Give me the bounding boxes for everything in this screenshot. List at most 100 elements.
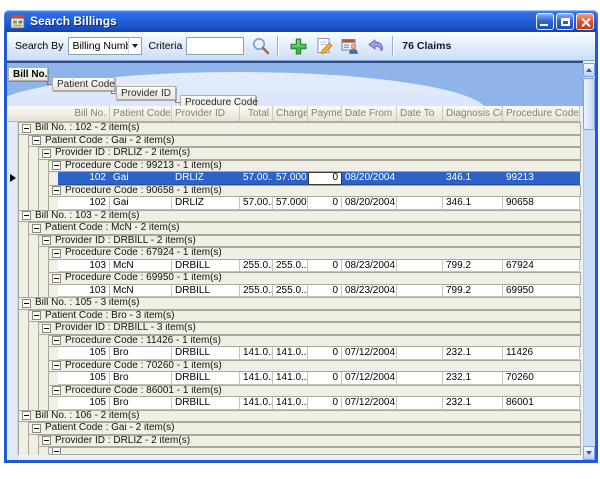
group-box[interactable]: Procedure Code : 86001 - 1 item(s) bbox=[48, 385, 581, 398]
cell-diagnosis-code[interactable]: 232.1 bbox=[443, 372, 503, 385]
collapse-icon[interactable] bbox=[52, 186, 61, 195]
collapse-icon[interactable] bbox=[52, 249, 61, 258]
collapse-icon[interactable] bbox=[22, 124, 31, 133]
group-box[interactable]: Patient Code : Bro - 3 item(s) bbox=[28, 310, 581, 323]
cell-total[interactable]: 255.0... bbox=[240, 285, 273, 298]
group-row[interactable]: Procedure Code : 90658 - 1 item(s) bbox=[18, 185, 581, 198]
cell-total[interactable]: 57.00... bbox=[240, 197, 273, 210]
header-provider-id[interactable]: Provider ID bbox=[172, 106, 240, 121]
cell-patient-code[interactable]: McN bbox=[110, 260, 172, 273]
group-row[interactable]: Bill No. : 102 - 2 item(s) bbox=[18, 122, 581, 135]
collapse-icon[interactable] bbox=[52, 274, 61, 283]
close-button[interactable] bbox=[576, 13, 594, 30]
cell-date-from[interactable]: 08/20/2004 bbox=[342, 197, 397, 210]
group-by-provider-id[interactable]: Provider ID bbox=[116, 86, 176, 100]
payment-edit-cell[interactable]: 0 bbox=[308, 172, 342, 185]
cell-charges[interactable]: 57.0000 bbox=[273, 197, 308, 210]
cell-date-from[interactable]: 07/12/2004 bbox=[342, 397, 397, 410]
cell-patient-code[interactable]: Bro bbox=[110, 372, 172, 385]
group-box[interactable]: Provider ID : DRLIZ - 2 item(s) bbox=[38, 435, 581, 448]
group-by-bill-no[interactable]: Bill No. bbox=[8, 67, 48, 81]
cell-date-to[interactable] bbox=[397, 372, 443, 385]
group-row[interactable]: Bill No. : 106 - 2 item(s) bbox=[18, 410, 581, 423]
cell-procedure-code[interactable]: 70260 bbox=[503, 372, 580, 385]
cell-charges[interactable]: 255.0... bbox=[273, 260, 308, 273]
group-box[interactable]: Patient Code : McN - 2 item(s) bbox=[28, 222, 581, 235]
cell-bill-no[interactable]: 105 bbox=[58, 397, 110, 410]
cell-date-to[interactable] bbox=[397, 397, 443, 410]
collapse-icon[interactable] bbox=[42, 236, 51, 245]
cell-diagnosis-code[interactable]: 799.2 bbox=[443, 260, 503, 273]
group-box[interactable]: Provider ID : DRBILL - 3 item(s) bbox=[38, 322, 581, 335]
post-claim-icon[interactable] bbox=[365, 35, 387, 57]
cell-patient-code[interactable]: McN bbox=[110, 285, 172, 298]
group-box[interactable]: Bill No. : 105 - 3 item(s) bbox=[18, 297, 581, 310]
cell-payme[interactable]: 0 bbox=[308, 285, 342, 298]
group-row[interactable]: Patient Code : McN - 2 item(s) bbox=[18, 222, 581, 235]
group-row[interactable]: Procedure Code : 70260 - 1 item(s) bbox=[18, 360, 581, 373]
cell-diagnosis-code[interactable]: 232.1 bbox=[443, 397, 503, 410]
cell-procedure-code[interactable]: 69950 bbox=[503, 285, 580, 298]
group-box[interactable]: Bill No. : 106 - 2 item(s) bbox=[18, 410, 581, 423]
cell-charges[interactable]: 141.0... bbox=[273, 347, 308, 360]
cell-charges[interactable]: 141.0... bbox=[273, 397, 308, 410]
cell-date-from[interactable]: 08/20/2004 bbox=[342, 172, 397, 185]
collapse-icon[interactable] bbox=[22, 299, 31, 308]
group-row[interactable]: Patient Code : Bro - 3 item(s) bbox=[18, 310, 581, 323]
header-charges[interactable]: Charges bbox=[273, 106, 308, 121]
collapse-icon[interactable] bbox=[42, 149, 51, 158]
cell-total[interactable]: 141.0... bbox=[240, 397, 273, 410]
claim-details-icon[interactable] bbox=[339, 35, 361, 57]
collapse-icon[interactable] bbox=[52, 361, 61, 370]
cell-provider-id[interactable]: DRBILL bbox=[172, 285, 240, 298]
cell-bill-no[interactable]: 102 bbox=[58, 172, 110, 185]
group-row[interactable]: Bill No. : 105 - 3 item(s) bbox=[18, 297, 581, 310]
vertical-scrollbar[interactable] bbox=[583, 63, 595, 460]
group-box[interactable]: Procedure Code : 11426 - 1 item(s) bbox=[48, 335, 581, 348]
header-patient-code[interactable]: Patient Code bbox=[110, 106, 172, 121]
titlebar[interactable]: Search Billings bbox=[4, 10, 598, 32]
cell-procedure-code[interactable]: 67924 bbox=[503, 260, 580, 273]
cell-bill-no[interactable]: 103 bbox=[58, 260, 110, 273]
cell-diagnosis-code[interactable]: 799.2 bbox=[443, 285, 503, 298]
cell-provider-id[interactable]: DRBILL bbox=[172, 260, 240, 273]
collapse-icon[interactable] bbox=[42, 436, 51, 445]
cell-bill-no[interactable]: 103 bbox=[58, 285, 110, 298]
cell-date-to[interactable] bbox=[397, 260, 443, 273]
group-row[interactable]: Provider ID : DRBILL - 3 item(s) bbox=[18, 322, 581, 335]
cell-patient-code[interactable]: Gai bbox=[110, 172, 172, 185]
header-date-from[interactable]: Date From bbox=[342, 106, 397, 121]
data-row[interactable]: 102GaiDRLIZ57.00...57.0000008/20/2004346… bbox=[18, 197, 581, 210]
collapse-icon[interactable] bbox=[52, 161, 61, 170]
minimize-button[interactable] bbox=[536, 13, 554, 30]
data-row[interactable]: 102GaiDRLIZ57.00...57.0000008/20/2004346… bbox=[18, 172, 581, 185]
cell-date-to[interactable] bbox=[397, 285, 443, 298]
group-box[interactable]: Procedure Code : 90658 - 1 item(s) bbox=[48, 185, 581, 198]
cell-payme[interactable]: 0 bbox=[308, 260, 342, 273]
cell-payme[interactable]: 0 bbox=[308, 372, 342, 385]
cell-total[interactable]: 57.00... bbox=[240, 172, 273, 185]
group-row[interactable]: Provider ID : DRLIZ - 2 item(s) bbox=[18, 147, 581, 160]
cell-payme[interactable]: 0 bbox=[308, 397, 342, 410]
group-box[interactable]: Patient Code : Gai - 2 item(s) bbox=[28, 135, 581, 148]
header-date-to[interactable]: Date To bbox=[397, 106, 443, 121]
group-row[interactable]: Patient Code : Gai - 2 item(s) bbox=[18, 135, 581, 148]
header-bill-no[interactable]: Bill No. bbox=[18, 106, 110, 121]
cell-provider-id[interactable]: DRLIZ bbox=[172, 172, 240, 185]
cell-diagnosis-code[interactable]: 232.1 bbox=[443, 347, 503, 360]
header-payme[interactable]: Payme... bbox=[308, 106, 342, 121]
collapse-icon[interactable] bbox=[52, 386, 61, 395]
cell-date-to[interactable] bbox=[397, 197, 443, 210]
group-box[interactable]: Procedure Code : 99213 - 1 item(s) bbox=[48, 160, 581, 173]
collapse-icon[interactable] bbox=[52, 336, 61, 345]
cell-patient-code[interactable]: Bro bbox=[110, 347, 172, 360]
cell-charges[interactable]: 255.0... bbox=[273, 285, 308, 298]
group-box[interactable]: Provider ID : DRBILL - 2 item(s) bbox=[38, 235, 581, 248]
collapse-icon[interactable] bbox=[32, 311, 41, 320]
cell-patient-code[interactable]: Gai bbox=[110, 197, 172, 210]
scroll-up-button[interactable] bbox=[583, 63, 595, 77]
group-row[interactable]: Procedure Code : 86001 - 1 item(s) bbox=[18, 385, 581, 398]
cell-diagnosis-code[interactable]: 346.1 bbox=[443, 197, 503, 210]
group-row[interactable]: Patient Code : Gai - 2 item(s) bbox=[18, 422, 581, 435]
header-procedure-code[interactable]: Procedure Code bbox=[503, 106, 580, 121]
